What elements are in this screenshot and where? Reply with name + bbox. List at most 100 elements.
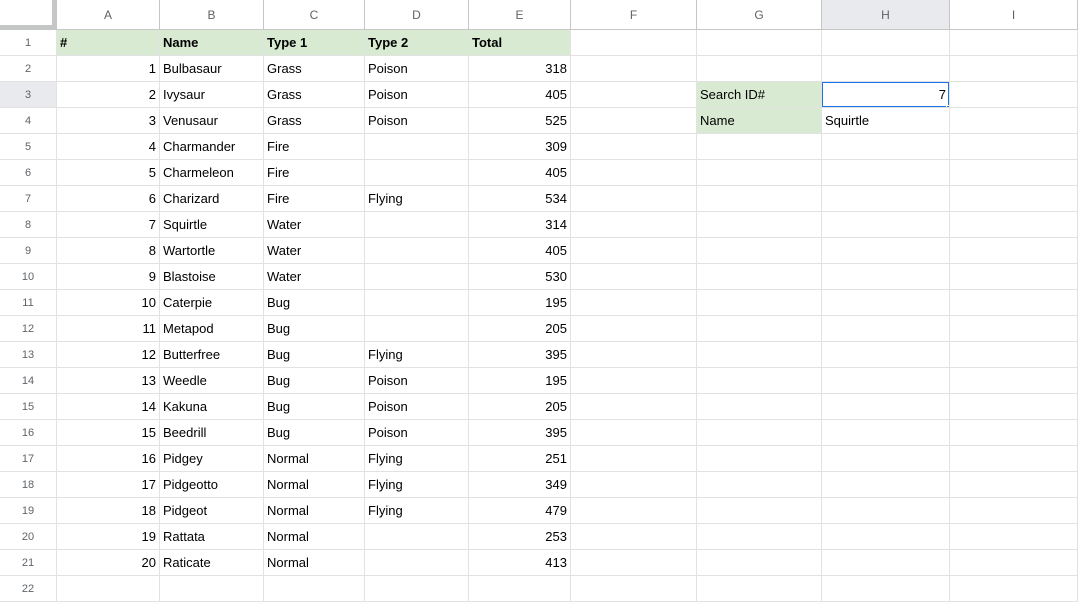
row-header-2[interactable]: 2 <box>0 56 57 82</box>
cell-D1[interactable]: Type 2 <box>365 30 469 56</box>
cell-D6[interactable] <box>365 160 469 186</box>
cell-A3[interactable]: 2 <box>57 82 160 108</box>
cell-I11[interactable] <box>950 290 1078 316</box>
cell-H20[interactable] <box>822 524 950 550</box>
cell-B1[interactable]: Name <box>160 30 264 56</box>
cell-H22[interactable] <box>822 576 950 602</box>
cell-H8[interactable] <box>822 212 950 238</box>
cell-C16[interactable]: Bug <box>264 420 365 446</box>
select-all-corner[interactable] <box>0 0 57 30</box>
column-header-H[interactable]: H <box>822 0 950 30</box>
cell-D8[interactable] <box>365 212 469 238</box>
cell-B7[interactable]: Charizard <box>160 186 264 212</box>
cell-B19[interactable]: Pidgeot <box>160 498 264 524</box>
cell-H11[interactable] <box>822 290 950 316</box>
column-header-F[interactable]: F <box>571 0 697 30</box>
cell-I4[interactable] <box>950 108 1078 134</box>
cell-I16[interactable] <box>950 420 1078 446</box>
cell-A11[interactable]: 10 <box>57 290 160 316</box>
cell-E19[interactable]: 479 <box>469 498 571 524</box>
cell-I6[interactable] <box>950 160 1078 186</box>
cell-E11[interactable]: 195 <box>469 290 571 316</box>
cell-I14[interactable] <box>950 368 1078 394</box>
cell-E10[interactable]: 530 <box>469 264 571 290</box>
cell-A10[interactable]: 9 <box>57 264 160 290</box>
cell-B10[interactable]: Blastoise <box>160 264 264 290</box>
cell-F17[interactable] <box>571 446 697 472</box>
cell-I19[interactable] <box>950 498 1078 524</box>
cell-B2[interactable]: Bulbasaur <box>160 56 264 82</box>
cell-D5[interactable] <box>365 134 469 160</box>
cell-A20[interactable]: 19 <box>57 524 160 550</box>
cell-B15[interactable]: Kakuna <box>160 394 264 420</box>
cell-C1[interactable]: Type 1 <box>264 30 365 56</box>
cell-B6[interactable]: Charmeleon <box>160 160 264 186</box>
cell-A9[interactable]: 8 <box>57 238 160 264</box>
cell-F21[interactable] <box>571 550 697 576</box>
cell-B17[interactable]: Pidgey <box>160 446 264 472</box>
cell-B4[interactable]: Venusaur <box>160 108 264 134</box>
cell-A2[interactable]: 1 <box>57 56 160 82</box>
row-header-1[interactable]: 1 <box>0 30 57 56</box>
cell-E13[interactable]: 395 <box>469 342 571 368</box>
cell-I20[interactable] <box>950 524 1078 550</box>
row-header-8[interactable]: 8 <box>0 212 57 238</box>
cell-D4[interactable]: Poison <box>365 108 469 134</box>
cell-A15[interactable]: 14 <box>57 394 160 420</box>
cell-F9[interactable] <box>571 238 697 264</box>
cell-F8[interactable] <box>571 212 697 238</box>
cell-E16[interactable]: 395 <box>469 420 571 446</box>
cell-G18[interactable] <box>697 472 822 498</box>
cell-G4[interactable]: Name <box>697 108 822 134</box>
row-header-7[interactable]: 7 <box>0 186 57 212</box>
cell-I8[interactable] <box>950 212 1078 238</box>
cell-I3[interactable] <box>950 82 1078 108</box>
cell-G2[interactable] <box>697 56 822 82</box>
row-header-21[interactable]: 21 <box>0 550 57 576</box>
cell-D18[interactable]: Flying <box>365 472 469 498</box>
cell-H5[interactable] <box>822 134 950 160</box>
cell-C11[interactable]: Bug <box>264 290 365 316</box>
cell-E5[interactable]: 309 <box>469 134 571 160</box>
row-header-5[interactable]: 5 <box>0 134 57 160</box>
cell-E1[interactable]: Total <box>469 30 571 56</box>
cell-D12[interactable] <box>365 316 469 342</box>
column-header-A[interactable]: A <box>57 0 160 30</box>
cell-I13[interactable] <box>950 342 1078 368</box>
row-header-11[interactable]: 11 <box>0 290 57 316</box>
cell-D22[interactable] <box>365 576 469 602</box>
cell-H13[interactable] <box>822 342 950 368</box>
cell-I17[interactable] <box>950 446 1078 472</box>
cell-F20[interactable] <box>571 524 697 550</box>
row-header-15[interactable]: 15 <box>0 394 57 420</box>
cell-I22[interactable] <box>950 576 1078 602</box>
cell-H6[interactable] <box>822 160 950 186</box>
cell-G1[interactable] <box>697 30 822 56</box>
cell-C14[interactable]: Bug <box>264 368 365 394</box>
cell-E12[interactable]: 205 <box>469 316 571 342</box>
cell-I1[interactable] <box>950 30 1078 56</box>
cell-C6[interactable]: Fire <box>264 160 365 186</box>
cell-D9[interactable] <box>365 238 469 264</box>
cell-A4[interactable]: 3 <box>57 108 160 134</box>
cell-G14[interactable] <box>697 368 822 394</box>
cell-A17[interactable]: 16 <box>57 446 160 472</box>
cell-B22[interactable] <box>160 576 264 602</box>
cell-D14[interactable]: Poison <box>365 368 469 394</box>
cell-B11[interactable]: Caterpie <box>160 290 264 316</box>
cell-H15[interactable] <box>822 394 950 420</box>
cell-C22[interactable] <box>264 576 365 602</box>
column-header-I[interactable]: I <box>950 0 1078 30</box>
cell-A14[interactable]: 13 <box>57 368 160 394</box>
cell-D10[interactable] <box>365 264 469 290</box>
cell-B8[interactable]: Squirtle <box>160 212 264 238</box>
cell-F2[interactable] <box>571 56 697 82</box>
cell-H9[interactable] <box>822 238 950 264</box>
cell-F12[interactable] <box>571 316 697 342</box>
cell-I10[interactable] <box>950 264 1078 290</box>
cell-F15[interactable] <box>571 394 697 420</box>
cell-C19[interactable]: Normal <box>264 498 365 524</box>
row-header-6[interactable]: 6 <box>0 160 57 186</box>
cell-D7[interactable]: Flying <box>365 186 469 212</box>
row-header-12[interactable]: 12 <box>0 316 57 342</box>
